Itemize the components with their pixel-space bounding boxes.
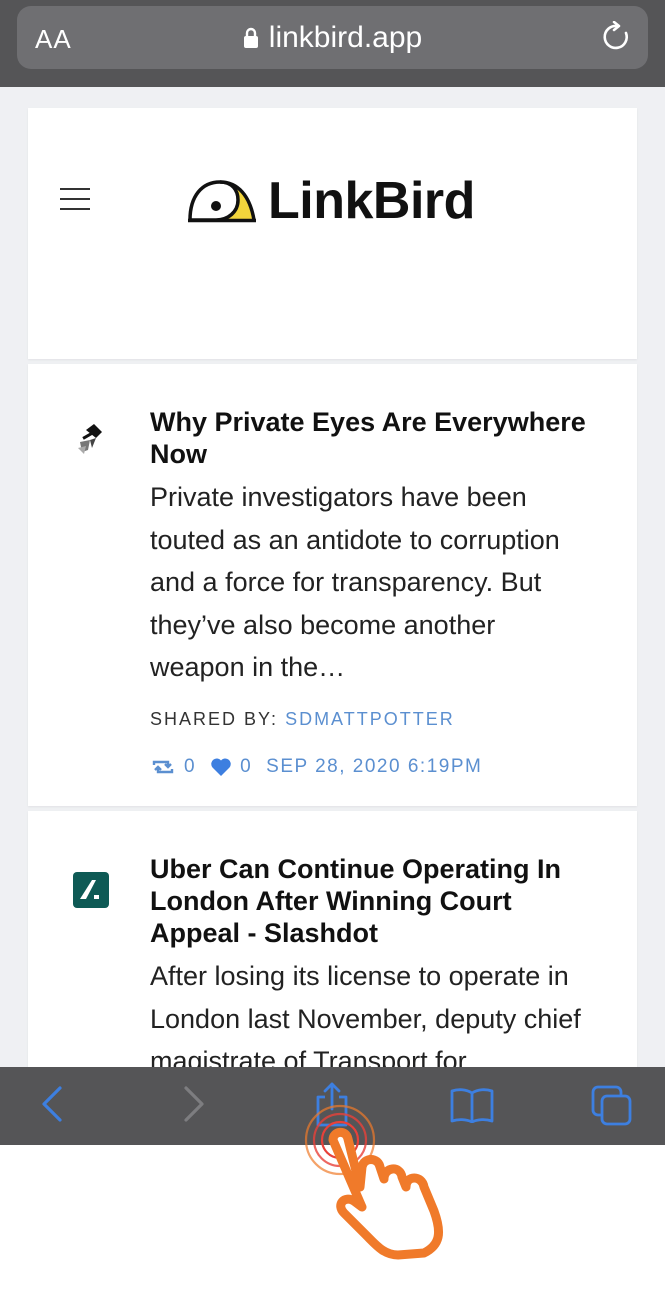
menu-icon[interactable]	[60, 188, 90, 218]
shared-by-label: SHARED BY:	[150, 708, 279, 729]
page-content: LinkBird Why Private Eyes Are Everywhere…	[0, 87, 665, 1067]
post-excerpt: Private investigators have been touted a…	[150, 482, 560, 682]
address-bar[interactable]: AA linkbird.app	[17, 6, 648, 69]
post-title[interactable]: Uber Can Continue Operating In London Af…	[150, 853, 590, 949]
post-meta: 0 0 SEP 28, 2020 6:19PM	[150, 756, 590, 778]
logo-text: LinkBird	[268, 172, 475, 230]
repost-button[interactable]: 0	[150, 756, 196, 778]
like-button[interactable]: 0	[210, 756, 252, 778]
back-icon[interactable]	[38, 1084, 66, 1129]
shared-by: SHARED BY: SDMATTPOTTER	[150, 709, 590, 730]
tap-hint-hand-icon	[300, 1095, 475, 1265]
reload-icon[interactable]	[602, 20, 632, 58]
post-excerpt: After losing its license to operate in L…	[150, 961, 581, 1067]
lock-icon	[243, 23, 259, 57]
linkbird-logo-icon	[188, 180, 256, 223]
repost-icon	[152, 760, 174, 773]
url-text: linkbird.app	[268, 21, 423, 54]
heart-icon	[211, 757, 231, 776]
browser-top-bar: AA linkbird.app	[0, 0, 665, 87]
post-date[interactable]: SEP 28, 2020 6:19PM	[266, 756, 482, 778]
post-card[interactable]: Uber Can Continue Operating In London Af…	[28, 811, 637, 1067]
post-title[interactable]: Why Private Eyes Are Everywhere Now	[150, 406, 590, 470]
site-header: LinkBird	[28, 108, 637, 359]
shared-by-user-link[interactable]: SDMATTPOTTER	[285, 709, 455, 729]
site-logo[interactable]: LinkBird	[188, 166, 475, 236]
post-favicon	[72, 871, 112, 911]
like-count: 0	[240, 755, 253, 777]
tabs-icon[interactable]	[591, 1085, 633, 1132]
post-card[interactable]: Why Private Eyes Are Everywhere Now Priv…	[28, 364, 637, 806]
repost-count: 0	[184, 755, 197, 777]
forward-icon[interactable]	[180, 1084, 208, 1129]
post-favicon	[72, 420, 112, 460]
